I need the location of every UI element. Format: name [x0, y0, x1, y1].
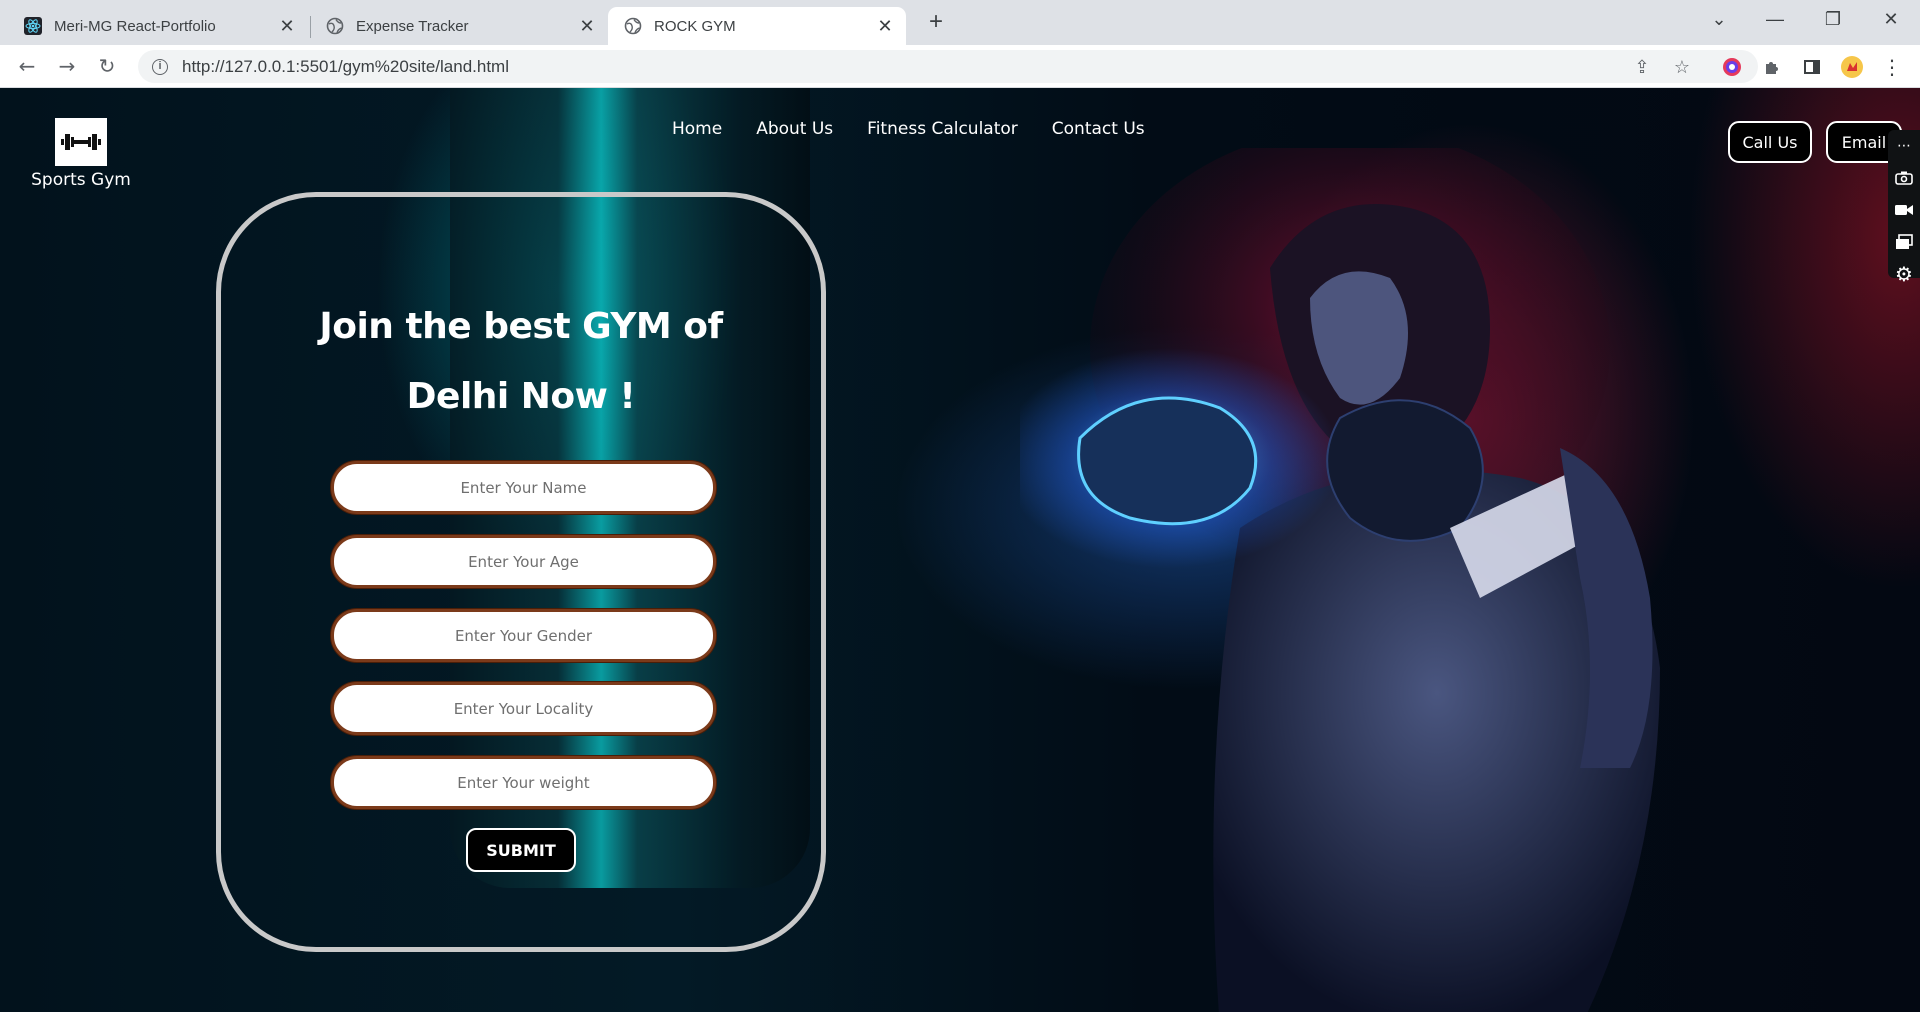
side-panel-icon[interactable]	[1800, 55, 1824, 79]
headline-line-2: Delhi Now !	[406, 376, 636, 417]
browser-tab-bar: Meri-MG React-Portfolio ✕ Expense Tracke…	[0, 0, 1920, 45]
address-bar[interactable]: i http://127.0.0.1:5501/gym%20site/land.…	[138, 50, 1758, 83]
camera-icon[interactable]	[1888, 162, 1920, 194]
floating-capture-toolbar: ⋯ ⚙	[1888, 130, 1920, 286]
name-field[interactable]	[331, 461, 716, 514]
close-icon[interactable]: ✕	[276, 15, 298, 37]
windows-icon[interactable]	[1888, 226, 1920, 258]
profile-avatar[interactable]	[1840, 55, 1864, 79]
browser-toolbar: ← → ↻ i http://127.0.0.1:5501/gym%20site…	[0, 45, 1920, 88]
call-us-button[interactable]: Call Us	[1728, 121, 1812, 163]
headline-line-1: Join the best GYM of	[319, 306, 723, 347]
boxer-hero-image	[1020, 148, 1660, 1012]
reload-button[interactable]: ↻	[92, 51, 122, 81]
nav-fitness-calculator[interactable]: Fitness Calculator	[850, 118, 1035, 140]
locality-field[interactable]	[331, 682, 716, 735]
forward-button[interactable]: →	[52, 51, 82, 81]
weight-field[interactable]	[331, 756, 716, 809]
age-input[interactable]	[334, 538, 713, 585]
tab-rock-gym[interactable]: ROCK GYM ✕	[608, 7, 906, 45]
gender-field[interactable]	[331, 609, 716, 662]
url-text[interactable]: http://127.0.0.1:5501/gym%20site/land.ht…	[182, 57, 509, 77]
dumbbell-icon	[61, 134, 101, 150]
tab-portfolio[interactable]: Meri-MG React-Portfolio ✕	[8, 7, 308, 45]
brand-name: Sports Gym	[31, 170, 131, 190]
bookmark-star-icon[interactable]: ☆	[1670, 55, 1694, 79]
colorzilla-extension-icon[interactable]	[1720, 55, 1744, 79]
back-button[interactable]: ←	[12, 51, 42, 81]
gender-input[interactable]	[334, 612, 713, 659]
close-icon[interactable]: ✕	[576, 15, 598, 37]
tab-expense-tracker[interactable]: Expense Tracker ✕	[310, 7, 608, 45]
globe-icon	[624, 17, 642, 35]
nav-home[interactable]: Home	[655, 118, 739, 140]
dumbbell-logo[interactable]	[55, 118, 107, 166]
close-window-button[interactable]: ✕	[1868, 0, 1914, 38]
tab-search-icon[interactable]: ⌄	[1696, 0, 1742, 38]
tab-title: Meri-MG React-Portfolio	[54, 17, 216, 35]
card-headline: Join the best GYM of Delhi Now !	[221, 292, 821, 432]
video-camera-icon[interactable]	[1888, 194, 1920, 226]
react-icon	[24, 17, 42, 35]
extensions-puzzle-icon[interactable]	[1760, 55, 1784, 79]
menu-kebab-icon[interactable]: ⋮	[1880, 55, 1904, 79]
tab-title: ROCK GYM	[654, 17, 736, 35]
locality-input[interactable]	[334, 685, 713, 732]
info-icon[interactable]: i	[152, 58, 168, 75]
globe-icon	[326, 17, 344, 35]
tab-title: Expense Tracker	[356, 17, 469, 35]
restore-button[interactable]: ❐	[1810, 0, 1856, 38]
gym-landing-page: Sports Gym Home About Us Fitness Calcula…	[0, 88, 1920, 1012]
share-icon[interactable]: ⇪	[1630, 55, 1654, 79]
minimize-button[interactable]: —	[1752, 0, 1798, 38]
main-nav: Home About Us Fitness Calculator Contact…	[655, 118, 1162, 140]
nav-contact-us[interactable]: Contact Us	[1035, 118, 1162, 140]
link-more-icon[interactable]: ⋯	[1888, 130, 1920, 162]
gear-icon[interactable]: ⚙	[1888, 258, 1920, 290]
new-tab-button[interactable]: +	[922, 8, 950, 36]
weight-input[interactable]	[334, 759, 713, 806]
submit-button[interactable]: SUBMIT	[466, 828, 576, 872]
name-input[interactable]	[334, 464, 713, 511]
age-field[interactable]	[331, 535, 716, 588]
signup-card: Join the best GYM of Delhi Now ! SUBMIT	[216, 192, 826, 952]
nav-about-us[interactable]: About Us	[739, 118, 850, 140]
close-icon[interactable]: ✕	[874, 15, 896, 37]
